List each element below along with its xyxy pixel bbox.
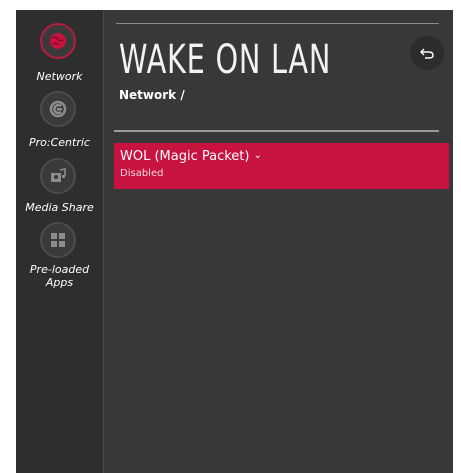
tv-settings-screen: Network Pro:Centric Media Share Pre-load… xyxy=(16,10,453,473)
sidebar-item-media-share[interactable]: Media Share xyxy=(16,158,103,216)
sidebar: Network Pro:Centric Media Share Pre-load… xyxy=(16,10,104,473)
option-label-text: WOL (Magic Packet) xyxy=(120,149,250,164)
page-title: WAKE ON LAN xyxy=(119,37,332,83)
wol-magic-packet-option[interactable]: WOL (Magic Packet) ⌄ Disabled xyxy=(114,143,449,189)
main-panel: WAKE ON LAN Network / WOL (Magic Packet)… xyxy=(104,10,453,473)
sidebar-item-pre-loaded-apps[interactable]: Pre-loaded Apps xyxy=(16,222,103,294)
chevron-down-icon: ⌄ xyxy=(253,150,262,161)
sidebar-item-label: Network xyxy=(36,70,83,83)
sidebar-item-network[interactable]: Network xyxy=(16,23,103,85)
divider xyxy=(116,23,439,24)
sidebar-item-label: Media Share xyxy=(25,201,94,214)
sidebar-item-label: Pre-loaded Apps xyxy=(29,263,90,289)
sidebar-item-label: Pro:Centric xyxy=(29,136,90,149)
apps-grid-icon xyxy=(40,222,76,258)
option-value: Disabled xyxy=(120,168,164,179)
procentric-icon xyxy=(40,91,76,127)
divider xyxy=(114,130,439,132)
media-share-icon xyxy=(40,158,76,194)
sidebar-item-procentric[interactable]: Pro:Centric xyxy=(16,91,103,151)
network-globe-icon xyxy=(40,23,76,59)
back-arrow-icon xyxy=(420,48,434,59)
breadcrumb: Network / xyxy=(119,88,185,102)
option-label: WOL (Magic Packet) ⌄ xyxy=(120,149,262,164)
back-button[interactable] xyxy=(410,36,444,70)
